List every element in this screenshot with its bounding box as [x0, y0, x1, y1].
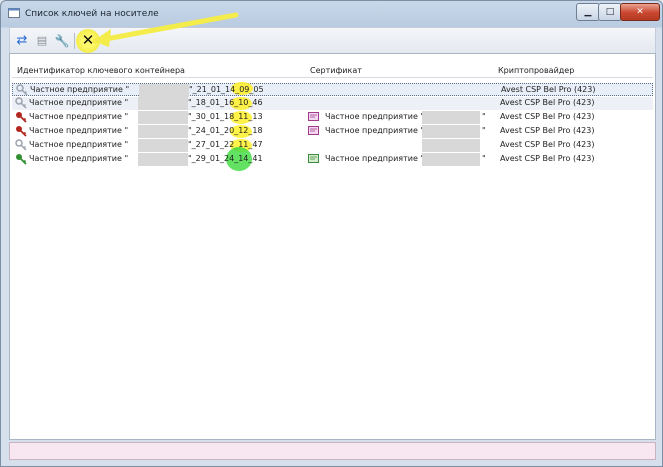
row-provider: Avest CSP Bel Pro (423)	[500, 140, 595, 149]
row-provider: Avest CSP Bel Pro (423)	[500, 126, 595, 135]
key-icon	[16, 84, 28, 96]
row-id-left: Частное предприятие "	[29, 140, 129, 149]
row-cert-right: "	[482, 112, 486, 121]
column-header-provider[interactable]: Криптопровайдер	[498, 66, 574, 75]
row-id-left: Частное предприятие "	[29, 154, 129, 163]
toolbar-separator	[74, 33, 75, 49]
row-id-left: Частное предприятие "	[30, 85, 130, 94]
row-cert: Частное предприятие "	[325, 126, 425, 135]
table-row[interactable]: Частное предприятие " "_27_01_22_11_47 A…	[12, 139, 653, 152]
redacted-block	[138, 97, 188, 110]
row-cert-right: "	[482, 126, 486, 135]
window-app-icon	[8, 8, 20, 18]
redacted-block	[138, 111, 188, 124]
column-header-id[interactable]: Идентификатор ключевого контейнера	[17, 66, 185, 75]
certificate-icon	[308, 112, 319, 121]
row-id-right: "_21_01_14_09_05	[189, 85, 264, 94]
refresh-icon[interactable]: ⇄	[13, 32, 31, 50]
certificate-icon	[308, 126, 319, 135]
key-icon	[16, 112, 27, 123]
column-header-cert[interactable]: Сертификат	[310, 66, 362, 75]
row-provider: Avest CSP Bel Pro (423)	[500, 112, 595, 121]
key-icon	[16, 154, 27, 165]
key-icon	[16, 126, 27, 137]
minimize-button[interactable]: ▁	[576, 3, 600, 21]
redacted-block	[422, 139, 480, 152]
redacted-block	[138, 153, 188, 166]
table-row[interactable]: Частное предприятие " "_30_01_18_11_13 Ч…	[12, 111, 653, 124]
row-id-right: "_29_01_24_14_41	[188, 154, 263, 163]
redacted-block	[138, 125, 188, 138]
key-icon	[15, 139, 27, 151]
row-id-right: "_24_01_20_12_18	[188, 126, 263, 135]
redacted-block	[422, 111, 480, 124]
redacted-block	[422, 153, 480, 166]
row-cert: Частное предприятие "	[325, 112, 425, 121]
row-id-right: "_27_01_22_11_47	[188, 140, 263, 149]
row-provider: Avest CSP Bel Pro (423)	[501, 85, 596, 94]
table-row[interactable]: Частное предприятие " "_24_01_20_12_18 Ч…	[12, 125, 653, 138]
row-id-right: "_30_01_18_11_13	[188, 112, 263, 121]
table-row[interactable]: Частное предприятие " "_21_01_14_09_05 A…	[12, 82, 653, 97]
key-icon	[15, 97, 27, 109]
key-list[interactable]: Идентификатор ключевого контейнера Серти…	[9, 53, 656, 440]
row-id-left: Частное предприятие "	[29, 126, 129, 135]
annotation-arrow	[92, 12, 239, 47]
maximize-button[interactable]: □	[598, 3, 622, 21]
row-id-left: Частное предприятие "	[29, 112, 129, 121]
row-cert: Частное предприятие "	[325, 154, 425, 163]
row-provider: Avest CSP Bel Pro (423)	[500, 154, 595, 163]
properties-icon[interactable]: ▤	[33, 32, 51, 50]
redacted-block	[138, 139, 188, 152]
close-button[interactable]: ✕	[620, 3, 660, 21]
redacted-block	[422, 125, 480, 138]
table-row[interactable]: Частное предприятие " "_29_01_24_14_41 Ч…	[12, 147, 653, 171]
row-provider: Avest CSP Bel Pro (423)	[500, 98, 595, 107]
row-id-right: "_18_01_16_10_46	[188, 98, 263, 107]
row-cert-right: "	[482, 154, 486, 163]
row-id-left: Частное предприятие "	[29, 98, 129, 107]
status-bar	[9, 442, 656, 460]
table-row[interactable]: Частное предприятие " "_18_01_16_10_46 A…	[12, 97, 653, 110]
keys-window: Список ключей на носителе ▁ □ ✕ ⇄ ▤ 🔧 ✕ …	[0, 0, 663, 467]
wrench-icon[interactable]: 🔧	[53, 32, 71, 50]
header-divider	[12, 77, 653, 78]
redacted-block	[139, 84, 189, 97]
certificate-icon	[308, 154, 319, 163]
